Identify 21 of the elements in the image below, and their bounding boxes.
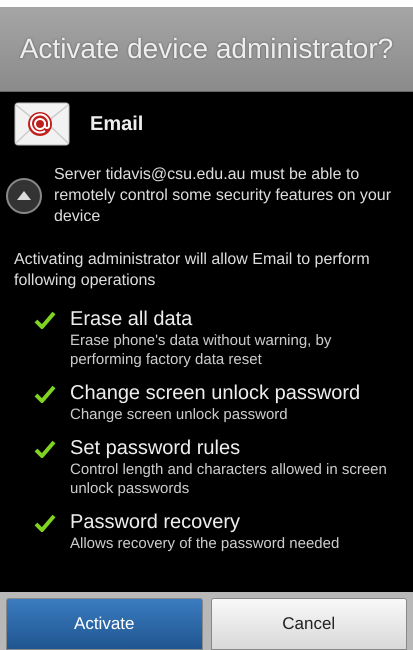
intro-text: Activating administrator will allow Email to perform following operations: [14, 250, 371, 291]
permission-description: Change screen unlock password: [70, 405, 289, 424]
server-notice: Server tidavis@csu.edu.au must be able to remotely control some security features on your device: [54, 165, 392, 227]
checkmark-icon: [34, 440, 56, 458]
permission-description: Control length and characters allowed in screen unlock passwords: [70, 460, 388, 498]
cancel-button[interactable]: Cancel: [210, 598, 407, 650]
permission-description: Erase phone's data without warning, by performing factory data reset: [70, 331, 332, 369]
checkmark-icon: [34, 385, 56, 403]
permission-title: Change screen unlock password: [70, 381, 360, 405]
checkmark-icon: [34, 311, 56, 329]
up-triangle-icon: [17, 191, 31, 200]
permission-title: Set password rules: [70, 436, 242, 460]
permission-description: Allows recovery of the password needed: [70, 534, 340, 553]
permission-title: Password recovery: [70, 510, 242, 534]
activate-button[interactable]: Activate: [6, 598, 202, 650]
collapse-button[interactable]: [6, 178, 42, 214]
permission-title: Erase all data: [70, 307, 194, 331]
checkmark-icon: [34, 514, 56, 532]
app-name: Email: [90, 112, 144, 136]
envelope-icon: [14, 102, 70, 146]
dialog-title: Activate device administrator?: [20, 33, 394, 65]
